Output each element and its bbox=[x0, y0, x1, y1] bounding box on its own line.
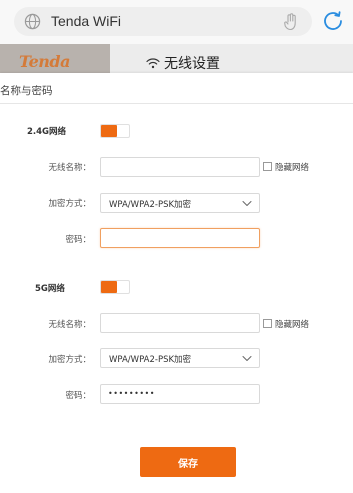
security-24g-label: 加密方式： bbox=[48, 199, 91, 209]
security-5g-value: WPA/WPA2-PSK加密 bbox=[109, 355, 192, 365]
ssid-5g-label: 无线名称： bbox=[48, 320, 91, 330]
chevron-down-icon bbox=[242, 356, 252, 361]
address-bar[interactable]: Tenda WiFi bbox=[14, 7, 312, 36]
wifi-icon bbox=[146, 58, 160, 69]
hide-network-5g-label: 隐藏网络 bbox=[275, 320, 310, 330]
brand-logo: Tenda bbox=[19, 52, 70, 71]
band-24g-label: 2.4G网络 bbox=[27, 127, 67, 137]
refresh-icon[interactable] bbox=[321, 9, 345, 33]
security-5g-label: 加密方式： bbox=[48, 355, 91, 365]
security-24g-select[interactable]: WPA/WPA2-PSK加密 bbox=[100, 193, 260, 213]
security-24g-value: WPA/WPA2-PSK加密 bbox=[109, 200, 192, 210]
chevron-down-icon bbox=[242, 201, 252, 206]
password-5g-value: ••••••••• bbox=[108, 389, 155, 398]
page: Tenda WiFi Tenda 无线设置 名称与密码 2.4G网络 无线名称：… bbox=[0, 0, 353, 493]
checkbox-box[interactable] bbox=[263, 319, 272, 328]
router-header: Tenda 无线设置 bbox=[0, 44, 353, 73]
ssid-5g-input[interactable] bbox=[100, 313, 260, 333]
page-title: 无线设置 bbox=[164, 56, 220, 72]
section-divider bbox=[0, 103, 353, 104]
url-text: Tenda WiFi bbox=[51, 13, 122, 29]
password-24g-label: 密码： bbox=[65, 235, 91, 245]
ssid-24g-input[interactable] bbox=[100, 157, 260, 177]
globe-icon bbox=[24, 13, 41, 30]
settings-panel: 名称与密码 2.4G网络 无线名称： 隐藏网络 加密方式： WPA/WPA2-P… bbox=[0, 73, 353, 493]
security-5g-select[interactable]: WPA/WPA2-PSK加密 bbox=[100, 348, 260, 368]
checkbox-box[interactable] bbox=[263, 162, 272, 171]
password-5g-input[interactable]: ••••••••• bbox=[100, 384, 260, 404]
band-24g-toggle[interactable] bbox=[100, 124, 130, 138]
ssid-24g-label: 无线名称： bbox=[48, 163, 91, 173]
toggle-knob bbox=[101, 125, 117, 137]
gesture-hand-icon[interactable] bbox=[282, 12, 300, 32]
toggle-knob bbox=[101, 281, 117, 293]
password-5g-label: 密码： bbox=[65, 391, 91, 401]
password-24g-input[interactable] bbox=[100, 228, 260, 248]
browser-bar: Tenda WiFi bbox=[0, 0, 353, 44]
section-title: 名称与密码 bbox=[0, 85, 53, 97]
band-5g-toggle[interactable] bbox=[100, 280, 130, 294]
band-5g-label: 5G网络 bbox=[35, 284, 65, 294]
brand-logo-block: Tenda bbox=[0, 44, 110, 73]
hide-network-24g-label: 隐藏网络 bbox=[275, 163, 310, 173]
save-button[interactable]: 保存 bbox=[140, 447, 236, 477]
